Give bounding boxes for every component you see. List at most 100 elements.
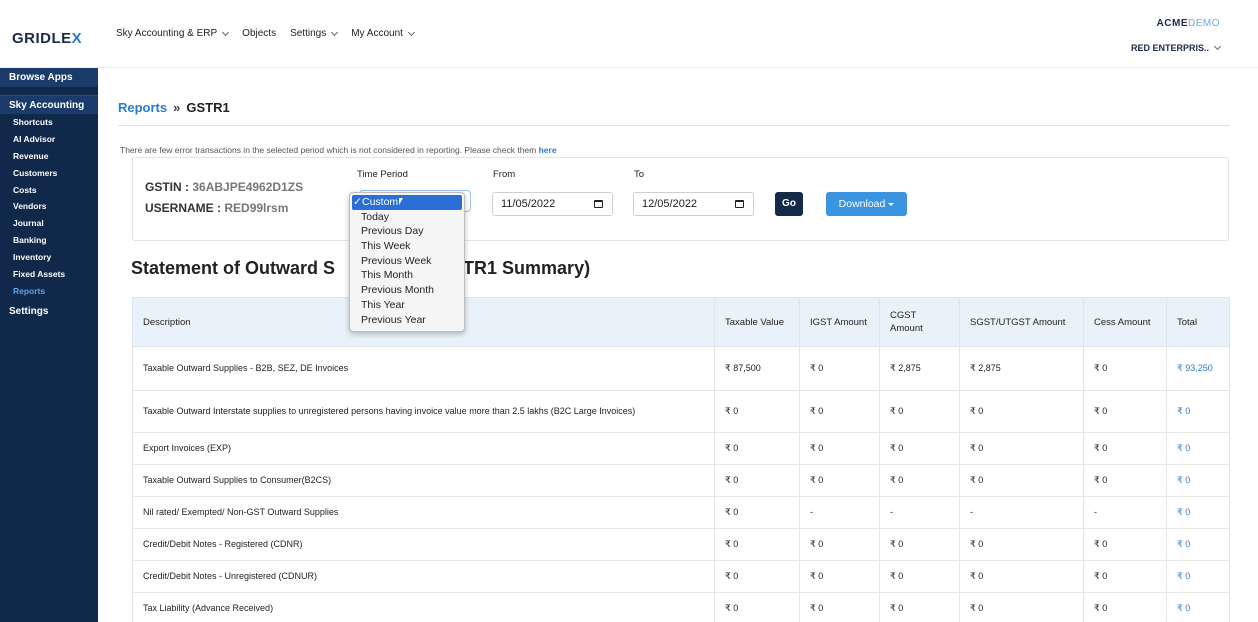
- column-header: Total: [1166, 297, 1230, 347]
- option-label: Previous Day: [361, 225, 424, 238]
- time-period-option[interactable]: Previous Year: [350, 313, 464, 328]
- go-button[interactable]: Go: [775, 192, 803, 216]
- table-row: Taxable Outward Interstate supplies to u…: [132, 390, 1230, 433]
- breadcrumb-separator: »: [173, 100, 181, 115]
- gridlex-logo[interactable]: GRIDLEX: [12, 30, 82, 47]
- sidebar-browse-apps[interactable]: Browse Apps: [0, 68, 98, 87]
- sidebar-item-reports[interactable]: Reports: [0, 283, 98, 300]
- sidebar-item-shortcuts[interactable]: Shortcuts: [0, 114, 98, 131]
- table-cell: ₹ 0: [714, 390, 800, 433]
- time-period-option[interactable]: Today: [350, 210, 464, 225]
- chevron-down-icon: [222, 28, 230, 36]
- table-row: Credit/Debit Notes - Unregistered (CDNUR…: [132, 560, 1230, 593]
- notice-here-link[interactable]: here: [539, 145, 557, 155]
- table-cell: ₹ 0: [959, 592, 1084, 622]
- breadcrumb: Reports » GSTR1: [118, 100, 230, 115]
- error-notice: There are few error transactions in the …: [120, 145, 557, 155]
- option-label: This Month: [361, 269, 413, 282]
- table-cell: ₹ 0: [879, 464, 960, 497]
- breadcrumb-current: GSTR1: [186, 100, 230, 115]
- time-period-option[interactable]: ✓Custom: [352, 195, 462, 210]
- divider: [118, 125, 1230, 126]
- table-cell: ₹ 0: [714, 496, 800, 529]
- column-header: IGST Amount: [799, 297, 880, 347]
- table-cell: ₹ 0: [1083, 560, 1167, 593]
- row-total-link[interactable]: ₹ 0: [1166, 432, 1230, 465]
- time-period-option[interactable]: Previous Week: [350, 254, 464, 269]
- table-header-row: Description Taxable Value IGST Amount CGST …: [132, 297, 1230, 347]
- row-description: Nil rated/ Exempted/ Non-GST Outward Sup…: [132, 496, 715, 529]
- sidebar-item-journal[interactable]: Journal: [0, 215, 98, 232]
- row-total-link[interactable]: ₹ 0: [1166, 592, 1230, 622]
- table-cell: ₹ 0: [879, 592, 960, 622]
- top-bar: GRIDLEX Sky Accounting & ERP Objects Setti…: [0, 0, 1258, 68]
- table-cell: -: [1083, 496, 1167, 529]
- sidebar-settings[interactable]: Settings: [0, 302, 98, 321]
- row-total-link[interactable]: ₹ 0: [1166, 496, 1230, 529]
- table-cell: ₹ 2,875: [959, 346, 1084, 391]
- org-selector[interactable]: RED ENTERPRIS..: [1131, 42, 1222, 53]
- breadcrumb-reports-link[interactable]: Reports: [118, 100, 167, 115]
- time-period-label: Time Period: [357, 169, 408, 180]
- table-cell: ₹ 0: [879, 432, 960, 465]
- option-label: Previous Week: [361, 254, 432, 267]
- table-cell: ₹ 0: [799, 432, 880, 465]
- column-header: CGST Amount: [879, 297, 960, 347]
- download-button[interactable]: Download: [826, 192, 907, 216]
- nav-objects[interactable]: Objects: [242, 28, 276, 39]
- nav-settings[interactable]: Settings: [290, 28, 339, 39]
- time-period-option[interactable]: Previous Month: [350, 283, 464, 298]
- table-row: Taxable Outward Supplies - B2B, SEZ, DE …: [132, 346, 1230, 391]
- from-date-input[interactable]: 11/05/2022: [492, 192, 613, 216]
- table-cell: ₹ 0: [714, 528, 800, 561]
- to-label: To: [634, 169, 645, 180]
- table-cell: ₹ 0: [714, 592, 800, 622]
- row-total-link[interactable]: ₹ 0: [1166, 528, 1230, 561]
- table-row: Credit/Debit Notes - Registered (CDNR) ₹ …: [132, 528, 1230, 561]
- chevron-down-icon: [1213, 42, 1222, 51]
- check-icon: ✓: [353, 196, 362, 208]
- table-cell: -: [959, 496, 1084, 529]
- company-brand: ACMEDEMO: [1156, 18, 1220, 29]
- sidebar-item-banking[interactable]: Banking: [0, 232, 98, 249]
- sidebar-item-fixed-assets[interactable]: Fixed Assets: [0, 266, 98, 283]
- calendar-icon[interactable]: [735, 200, 744, 208]
- table-cell: ₹ 0: [799, 390, 880, 433]
- from-label: From: [493, 169, 516, 180]
- table-cell: ₹ 0: [799, 592, 880, 622]
- nav-sky-accounting-erp[interactable]: Sky Accounting & ERP: [116, 28, 230, 39]
- sidebar-item-revenue[interactable]: Revenue: [0, 148, 98, 165]
- table-cell: ₹ 0: [959, 528, 1084, 561]
- sidebar-item-vendors[interactable]: Vendors: [0, 198, 98, 215]
- sidebar-sky-accounting[interactable]: Sky Accounting: [0, 95, 98, 114]
- time-period-option[interactable]: This Month: [350, 268, 464, 283]
- sidebar-item-customers[interactable]: Customers: [0, 165, 98, 182]
- row-total-link[interactable]: ₹ 0: [1166, 390, 1230, 433]
- option-label: This Week: [361, 240, 411, 253]
- sidebar-item-costs[interactable]: Costs: [0, 182, 98, 199]
- sidebar-item-inventory[interactable]: Inventory: [0, 249, 98, 266]
- app-window: GRIDLEX Sky Accounting & ERP Objects Setti…: [0, 0, 1258, 622]
- column-header: Cess Amount: [1083, 297, 1167, 347]
- calendar-icon[interactable]: [594, 200, 603, 208]
- sidebar-item-ai-advisor[interactable]: AI Advisor: [0, 131, 98, 148]
- nav-label: My Account: [351, 28, 403, 39]
- time-period-option[interactable]: This Year: [350, 298, 464, 313]
- to-date-input[interactable]: 12/05/2022: [633, 192, 754, 216]
- nav-my-account[interactable]: My Account: [351, 28, 415, 39]
- time-period-option[interactable]: Previous Day: [350, 224, 464, 239]
- time-period-option[interactable]: This Week: [350, 239, 464, 254]
- row-total-link[interactable]: ₹ 0: [1166, 560, 1230, 593]
- table-cell: -: [879, 496, 960, 529]
- company-switcher[interactable]: ACMEDEMO RED ENTERPRIS..: [1131, 18, 1222, 53]
- table-cell: ₹ 0: [799, 346, 880, 391]
- row-total-link[interactable]: ₹ 0: [1166, 464, 1230, 497]
- option-label: Today: [361, 210, 390, 223]
- option-label: Previous Year: [361, 313, 426, 326]
- table-cell: ₹ 0: [1083, 592, 1167, 622]
- row-total-link[interactable]: ₹ 93,250: [1166, 346, 1230, 391]
- table-cell: ₹ 0: [1083, 390, 1167, 433]
- row-description: Export Invoices (EXP): [132, 432, 715, 465]
- table-cell: -: [799, 496, 880, 529]
- table-cell: ₹ 0: [1083, 464, 1167, 497]
